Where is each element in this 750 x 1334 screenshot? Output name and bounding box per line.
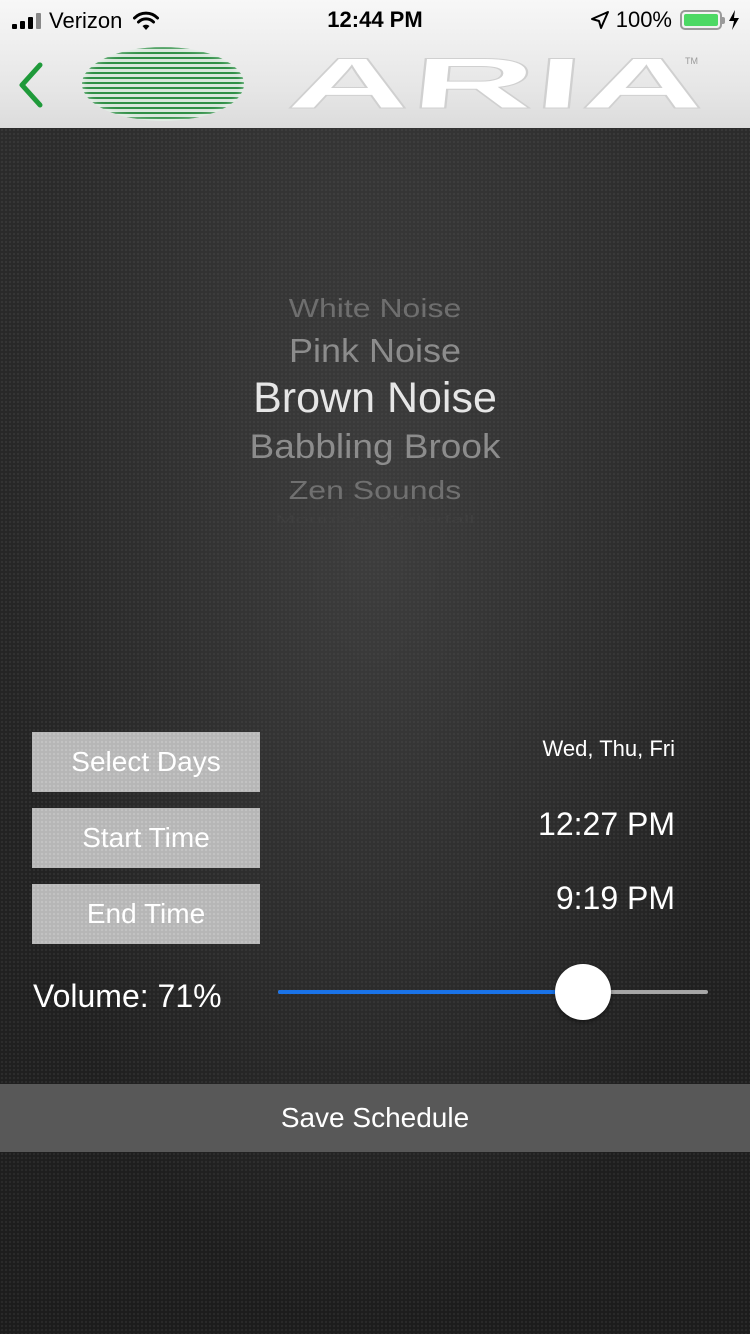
picker-option[interactable]: Babbling Brook xyxy=(0,428,750,467)
app-header: Verizon 12:44 PM 100% ARIA TM xyxy=(0,0,750,128)
back-button[interactable] xyxy=(14,60,48,110)
aria-logo-wordmark: ARIA TM xyxy=(284,48,710,118)
start-time-button[interactable]: Start Time xyxy=(32,808,260,868)
select-days-button[interactable]: Select Days xyxy=(32,732,260,792)
start-time-value: 12:27 PM xyxy=(538,806,675,842)
selected-days-value: Wed, Thu, Fri xyxy=(542,736,675,761)
aria-logo-mark xyxy=(82,47,244,121)
end-time-button[interactable]: End Time xyxy=(32,884,260,944)
picker-option[interactable]: White Noise xyxy=(0,294,750,324)
volume-slider[interactable] xyxy=(278,964,708,1020)
save-schedule-button[interactable]: Save Schedule xyxy=(0,1084,750,1152)
picker-option[interactable]: Pink Noise xyxy=(0,332,750,371)
status-bar: Verizon 12:44 PM 100% xyxy=(0,0,750,40)
volume-slider-thumb[interactable] xyxy=(555,964,612,1020)
volume-label: Volume: 71% xyxy=(33,978,222,1014)
chevron-left-icon xyxy=(19,62,43,108)
volume-track-fill xyxy=(278,990,584,994)
charging-bolt-icon xyxy=(729,10,739,30)
picker-option[interactable]: Mountain Waterfall xyxy=(0,514,750,527)
battery-icon xyxy=(680,10,725,30)
schedule-screen: White Noise Pink Noise Brown Noise Babbl… xyxy=(0,128,750,1334)
trademark-mark: TM xyxy=(685,56,698,66)
picker-option[interactable]: Zen Sounds xyxy=(0,476,750,506)
battery-percent: 100% xyxy=(615,7,672,32)
logo-text: ARIA xyxy=(284,48,710,118)
picker-option-selected[interactable]: Brown Noise xyxy=(0,374,750,423)
end-time-value: 9:19 PM xyxy=(555,880,675,916)
location-arrow-icon xyxy=(590,11,609,29)
sound-picker[interactable]: White Noise Pink Noise Brown Noise Babbl… xyxy=(0,278,750,538)
